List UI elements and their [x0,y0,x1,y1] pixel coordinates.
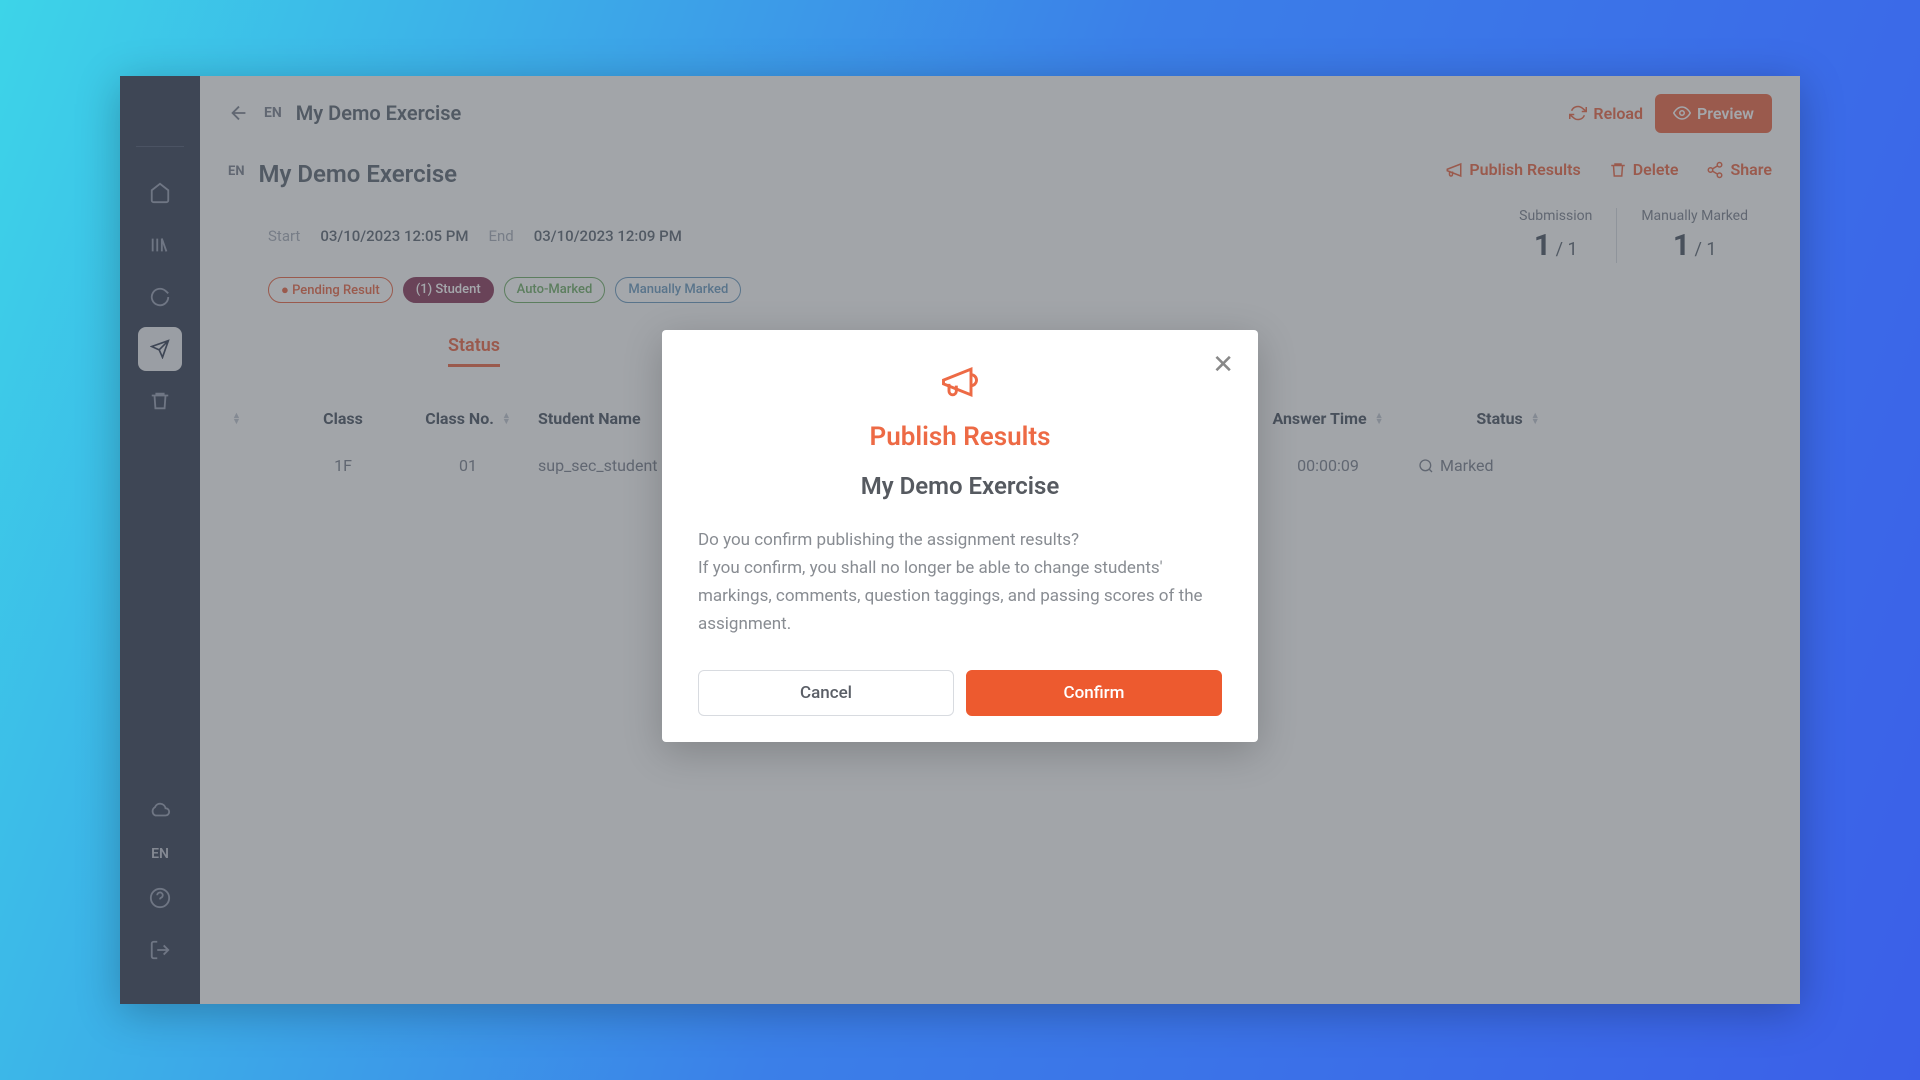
modal-body-line1: Do you confirm publishing the assignment… [698,526,1222,554]
modal-actions: Cancel Confirm [698,670,1222,716]
publish-modal: ✕ Publish Results My Demo Exercise Do yo… [662,330,1258,742]
modal-close-button[interactable]: ✕ [1212,352,1234,378]
modal-overlay[interactable]: ✕ Publish Results My Demo Exercise Do yo… [120,76,1800,1004]
modal-body-line2: If you confirm, you shall no longer be a… [698,554,1222,638]
modal-title: Publish Results [698,422,1222,452]
megaphone-icon [698,360,1222,404]
app-frame: EN EN My Demo Exercise Reload [120,76,1800,1004]
cancel-button[interactable]: Cancel [698,670,954,716]
modal-subtitle: My Demo Exercise [698,472,1222,500]
modal-body: Do you confirm publishing the assignment… [698,526,1222,638]
confirm-button[interactable]: Confirm [966,670,1222,716]
